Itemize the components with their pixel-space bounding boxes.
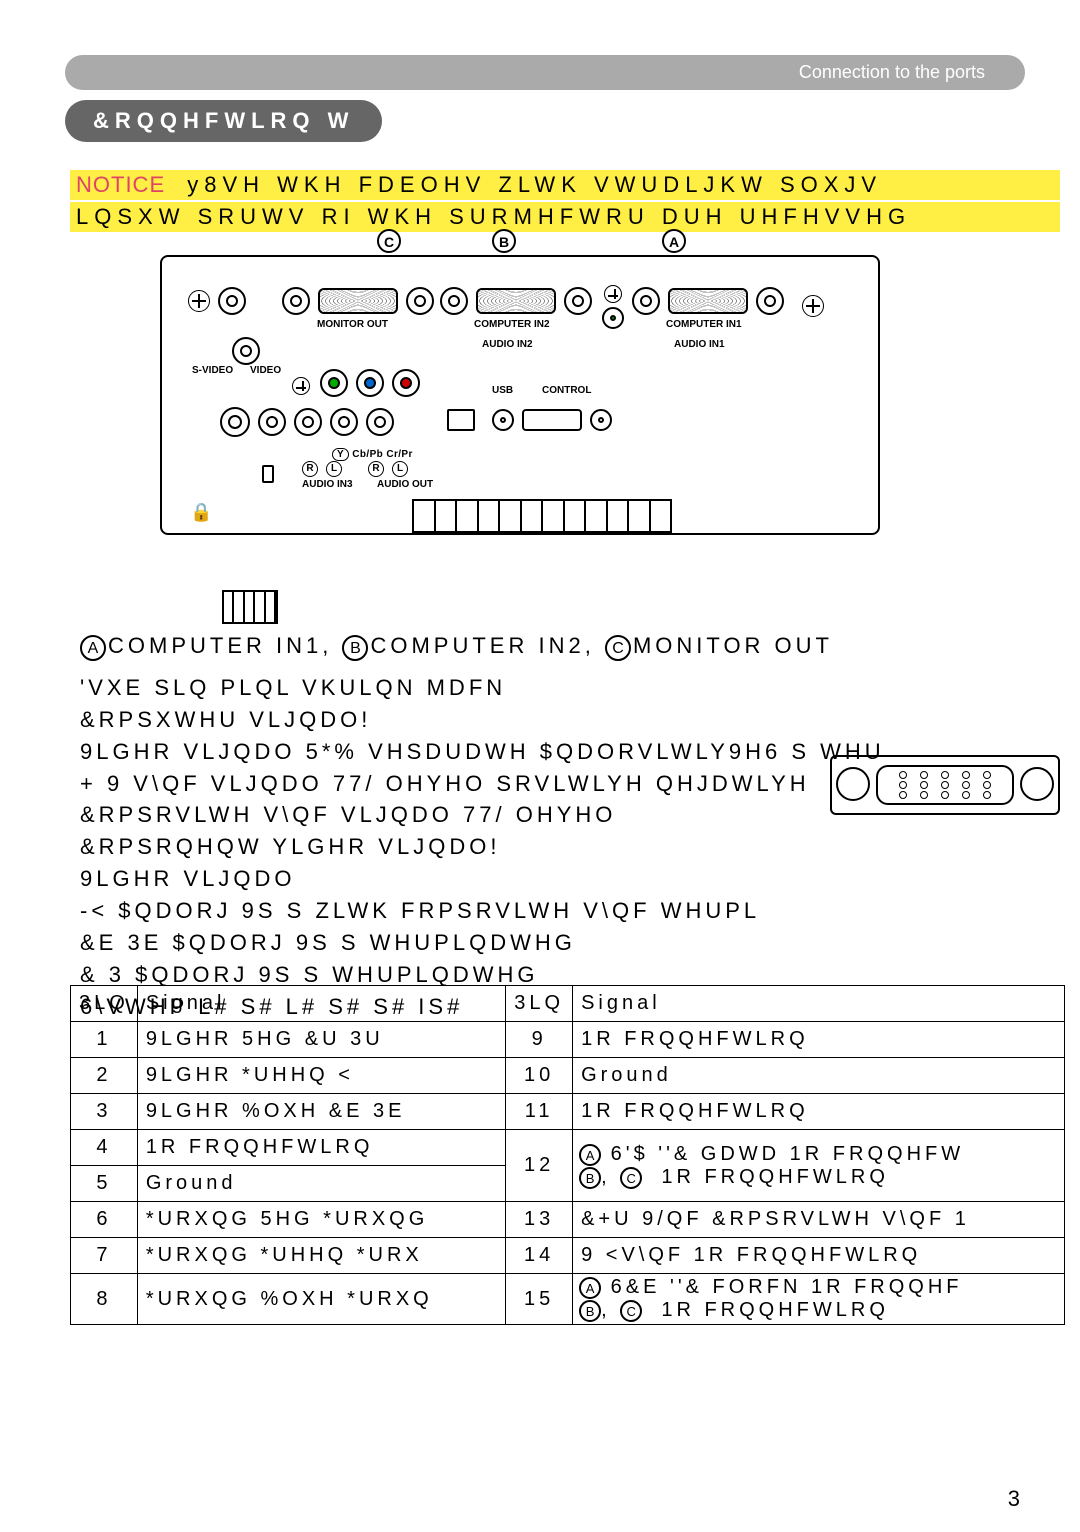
col-signal: Signal [137,986,505,1022]
callout-c: C [377,229,401,253]
notice-line1: y8VH WKH FDEOHV ZLWK VWUDLJKW SOXJV [187,172,882,197]
label-video: VIDEO [250,365,281,376]
col-pin: 3LQ [71,986,138,1022]
label-svideo: S-VIDEO [192,365,233,376]
usb-port [447,409,475,431]
label-audio-in3: AUDIO IN3 [302,479,353,490]
label-l: L [392,461,408,477]
serial-nut-icon [590,409,612,431]
jack-icon [330,408,358,436]
section-body: ACOMPUTER IN1, BCOMPUTER IN2, CMONITOR O… [80,630,1040,1023]
label-audio-in2: AUDIO IN2 [482,339,533,350]
jack-icon [294,408,322,436]
label-r: R [368,461,384,477]
sd-slot-icon [262,465,274,483]
callout-a: A [662,229,686,253]
vga-computer-in2 [476,288,556,314]
circled-b: B [342,635,368,661]
jack-icon [356,369,384,397]
vga-nut-icon [756,287,784,315]
label-usb: USB [492,385,513,396]
notice-line2: LQSXW SRUWV RI WKH SURMHFWRU DUH UHFHVVH… [70,202,1060,232]
circled-a: A [80,635,106,661]
label-audio-in1: AUDIO IN1 [674,339,725,350]
label-cbcr: Cb/Pb Cr/Pr [352,449,413,460]
jack-icon [366,408,394,436]
vga-nut-icon [440,287,468,315]
jack-icon [220,407,250,437]
screw-icon [604,285,622,303]
vga-nut-icon [564,287,592,315]
page-title: &RQQHFWLRQ W [65,100,382,142]
speaker-icon [222,590,278,624]
label-l: L [326,461,342,477]
vent-icon [412,499,672,533]
vga-computer-in1 [668,288,748,314]
vga-nut-icon [282,287,310,315]
label-audio-out: AUDIO OUT [377,479,433,490]
notice-label: NOTICE [76,172,165,197]
screw-icon [292,377,310,395]
page-number: 3 [1008,1486,1020,1512]
breadcrumb-text: Connection to the ports [799,62,985,83]
lock-icon: 🔒 [190,502,212,523]
jack-icon [392,369,420,397]
col-signal: Signal [573,986,1065,1022]
dsub-connector-diagram [830,755,1060,825]
label-control: CONTROL [542,385,591,396]
notice-block: NOTICE y8VH WKH FDEOHV ZLWK VWUDLJKW SOX… [70,170,1060,234]
vga-monitor-out [318,288,398,314]
label-monitor-out: MONITOR OUT [317,319,388,330]
pin-signal-table: 3LQ Signal 3LQ Signal 19LGHR 5HG &U 3U 9… [70,985,1065,1325]
label-computer-in2: COMPUTER IN2 [474,319,550,330]
label-y: Y [332,448,349,461]
rear-panel-diagram: C B A MONITOR OUT C [160,255,880,590]
jack-icon [258,408,286,436]
screw-icon [802,295,824,317]
col-pin: 3LQ [506,986,573,1022]
audio-jack-icon [602,307,624,329]
label-computer-in1: COMPUTER IN1 [666,319,742,330]
vga-nut-icon [632,287,660,315]
breadcrumb-bar: Connection to the ports [65,55,1025,90]
callout-b: B [492,229,516,253]
jack-icon [218,287,246,315]
screw-icon [188,290,210,312]
jack-icon [320,369,348,397]
label-r: R [302,461,318,477]
serial-nut-icon [492,409,514,431]
svideo-jack [232,337,260,365]
control-port [522,409,582,431]
vga-nut-icon [406,287,434,315]
circled-c: C [605,635,631,661]
